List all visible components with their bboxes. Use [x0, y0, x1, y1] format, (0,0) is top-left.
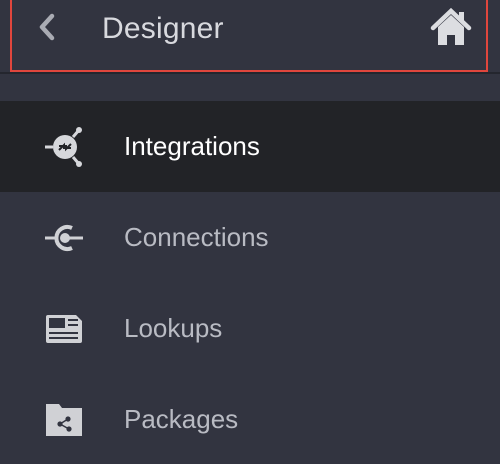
designer-navigation-panel: Designer Integrations Connections Lookup…	[0, 0, 500, 464]
menu-item-packages[interactable]: Packages	[0, 374, 500, 464]
menu-item-label: Connections	[124, 222, 269, 252]
header-divider	[0, 72, 500, 74]
connections-icon	[45, 225, 83, 251]
page-title: Designer	[102, 12, 224, 45]
lookups-icon	[46, 315, 82, 343]
packages-icon	[46, 404, 82, 436]
chevron-left-icon	[39, 13, 55, 41]
menu-item-label: Lookups	[124, 313, 223, 343]
header-highlight-outline	[10, 0, 488, 72]
menu-item-integrations[interactable]: Integrations	[0, 101, 500, 192]
back-button[interactable]	[34, 10, 60, 44]
integrations-icon	[45, 127, 82, 167]
menu-item-label: Integrations	[124, 131, 260, 161]
menu-item-lookups[interactable]: Lookups	[0, 283, 500, 374]
home-button[interactable]	[429, 6, 473, 48]
menu-item-label: Packages	[124, 404, 239, 434]
panel-header: Designer	[0, 0, 500, 76]
menu-item-connections[interactable]: Connections	[0, 192, 500, 283]
home-icon	[430, 7, 472, 45]
designer-menu: Integrations Connections Lookups Package…	[0, 101, 500, 464]
